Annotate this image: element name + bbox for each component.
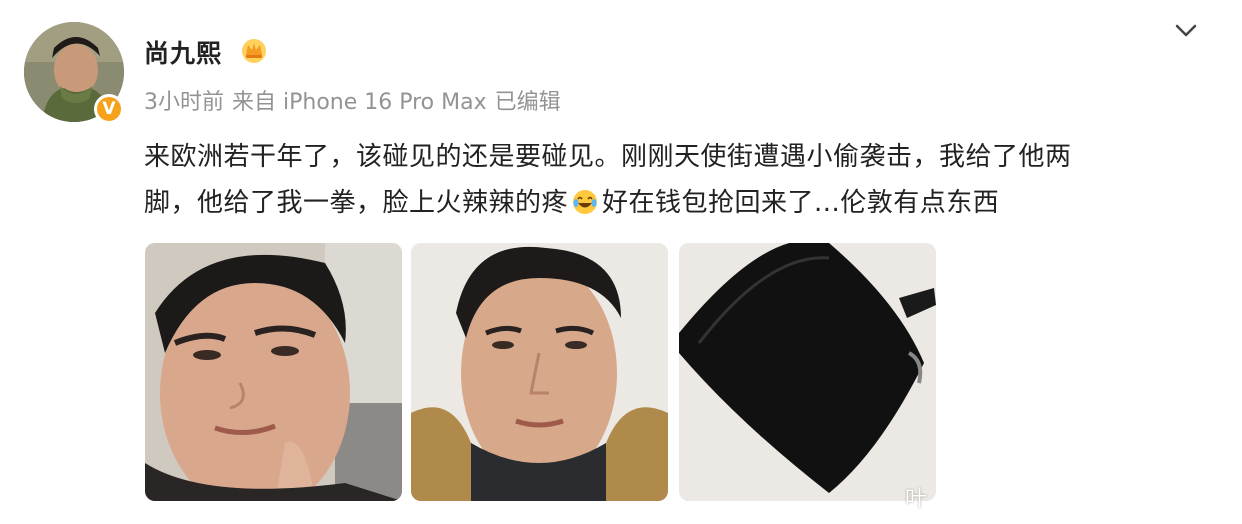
post-time: 3小时前 [144, 90, 224, 115]
post-source: 来自 iPhone 16 Pro Max [232, 90, 487, 115]
laughing-crying-emoji-icon [573, 190, 598, 214]
edited-label[interactable]: 已编辑 [495, 90, 561, 115]
post-photo-2[interactable] [411, 243, 668, 501]
author-name[interactable]: 尚九熙 [144, 34, 222, 70]
post-photo-3[interactable] [679, 243, 936, 501]
post-text-part-2: 好在钱包抢回来了...伦敦有点东西 [602, 188, 1000, 218]
weibo-post: V 尚九熙 3小时前 来自 iPhone 16 Pro Max 已编辑 来欧洲若干年… [0, 0, 1242, 524]
post-photo-1[interactable] [145, 243, 402, 501]
watermark-text: 叶 [905, 487, 928, 512]
verified-badge: V [94, 94, 124, 124]
post-text-part-1: 脚，他给了我一拳，脸上火辣辣的疼 [144, 188, 569, 218]
post-text-line-2: 脚，他给了我一拳，脸上火辣辣的疼 好在钱包抢回来了...伦敦有点东西 [144, 180, 1204, 226]
post-text: 来欧洲若干年了，该碰见的还是要碰见。刚刚天使街遭遇小偷袭击，我给了他两 脚，他给… [144, 134, 1204, 226]
chevron-down-icon[interactable] [1172, 16, 1200, 44]
post-meta: 3小时前 来自 iPhone 16 Pro Max 已编辑 [144, 84, 569, 116]
crown-icon [242, 39, 266, 63]
post-text-line-1: 来欧洲若干年了，该碰见的还是要碰见。刚刚天使街遭遇小偷袭击，我给了他两 [144, 142, 1072, 172]
